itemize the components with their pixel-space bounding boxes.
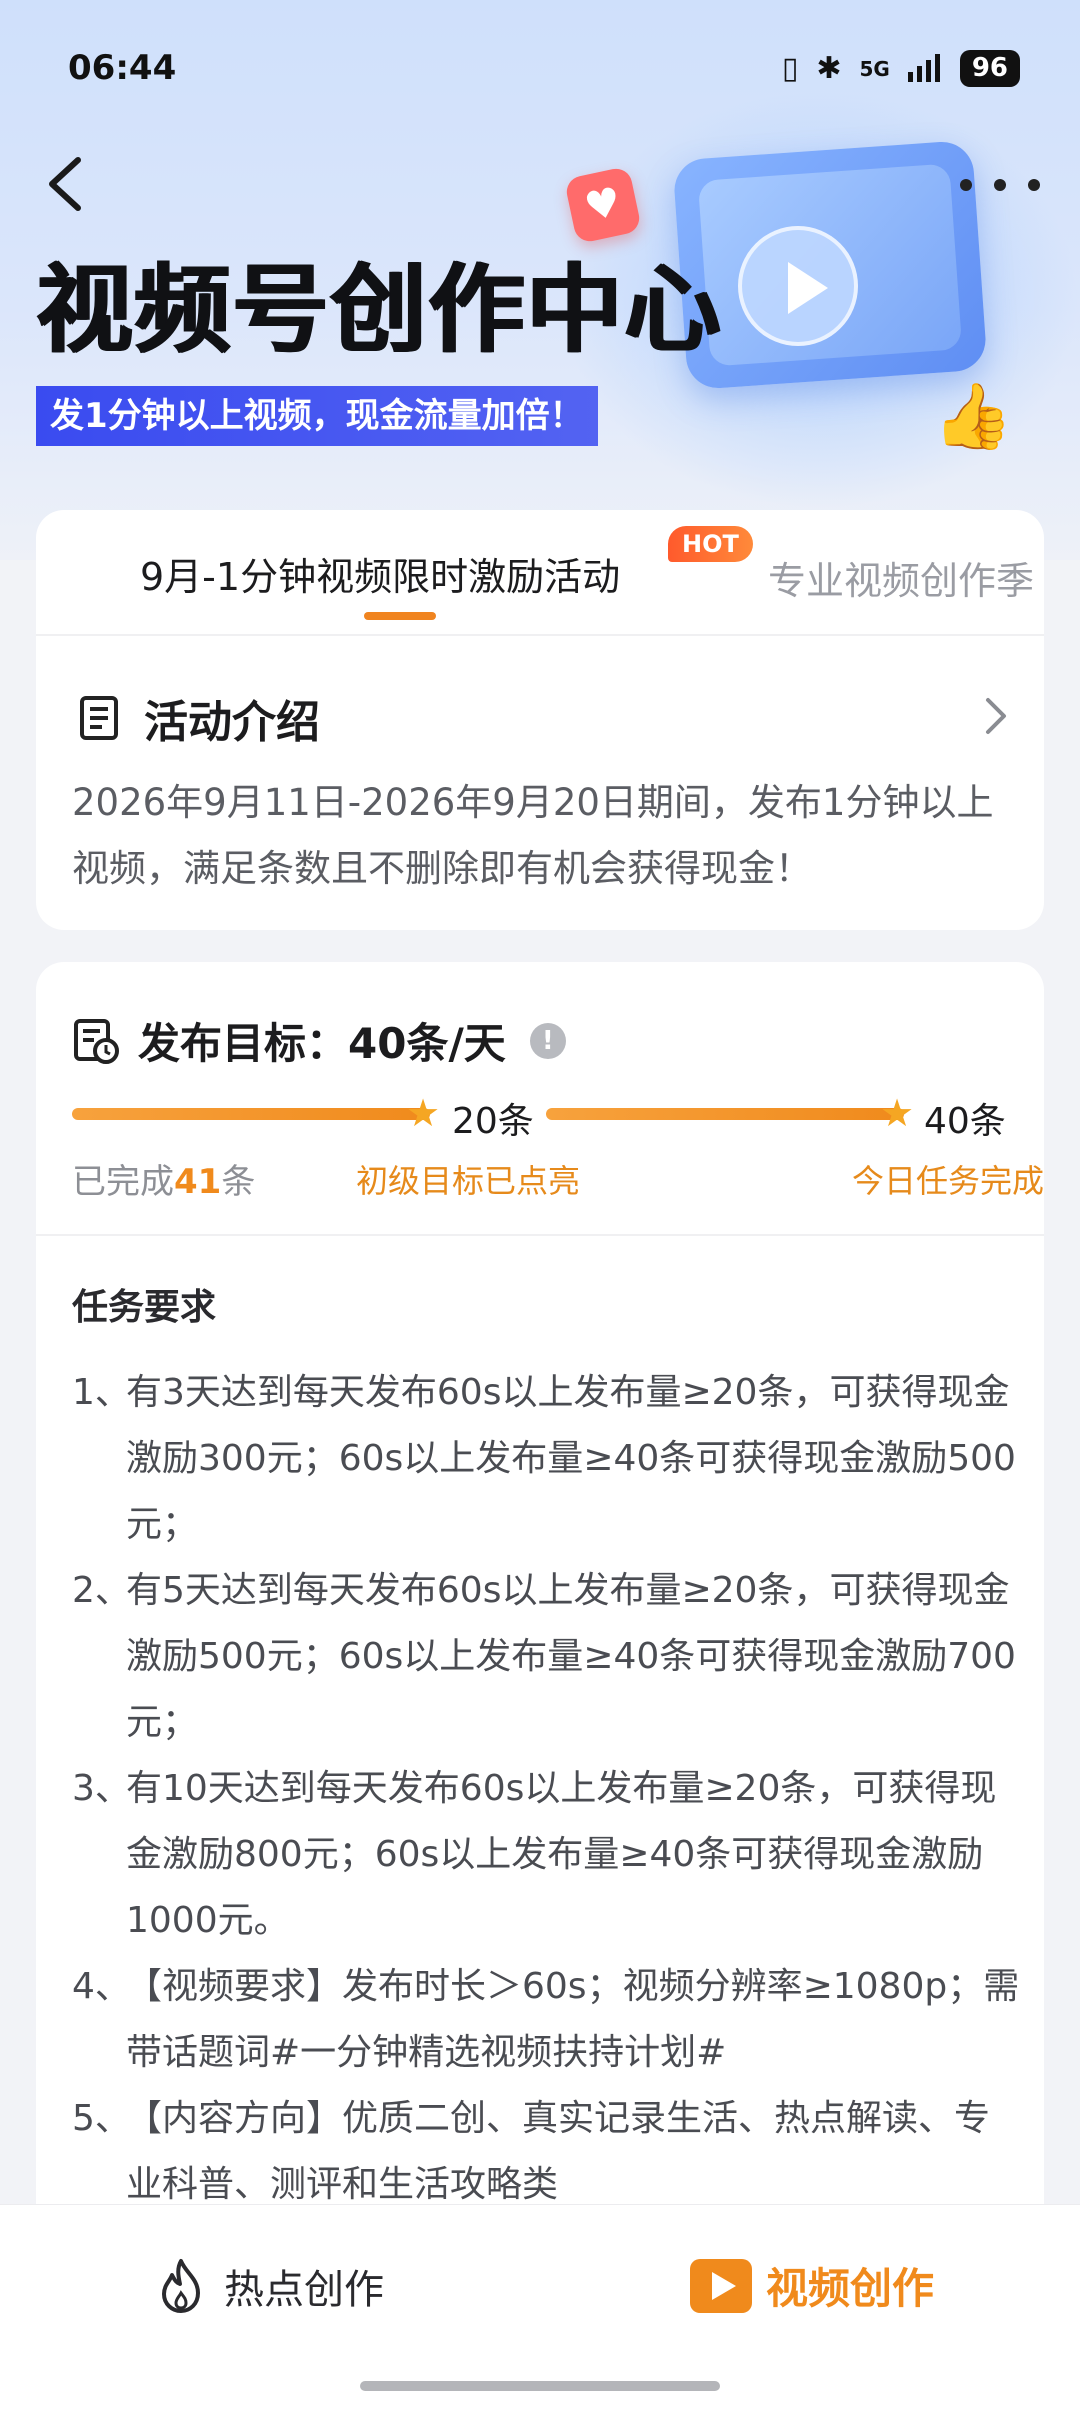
network-label: 5G: [859, 56, 890, 81]
requirement-number: 4、: [72, 1966, 131, 2007]
page-title: 视频号创作中心: [36, 254, 722, 366]
home-indicator[interactable]: [360, 2381, 720, 2391]
battery-level: 96: [959, 50, 1020, 88]
requirement-item: 2、 有5天达到每天发布60s以上发布量≥20条，可获得现金激励500元；60s…: [72, 1558, 1022, 1756]
requirement-number: 2、: [72, 1570, 131, 1611]
flame-icon: [162, 2259, 200, 2313]
requirement-item: 4、 【视频要求】发布时长＞60s；视频分辨率≥1080p；需带话题词#一分钟精…: [72, 1954, 1022, 2086]
goal-card: 发布目标：40条/天 ! ★ 20条 ★ 40条 已完成41条 初级目标已点亮 …: [36, 962, 1044, 2262]
more-icon-dot: [994, 179, 1006, 191]
back-icon: [49, 157, 81, 211]
divider: [36, 1234, 1044, 1236]
activity-tabs: 9月-1分钟视频限时激励活动 HOT 专业视频创作季: [36, 510, 1044, 636]
activity-intro-title: 活动介绍: [144, 697, 320, 748]
hot-badge: HOT: [668, 526, 753, 562]
bottom-action-bar: 热点创作 视频创作: [0, 2204, 1080, 2412]
status-time: 06:44: [68, 48, 177, 88]
status-bar: 06:44 ▯ ✱ 5G 96: [0, 0, 1080, 140]
chevron-right-icon[interactable]: [978, 696, 1014, 736]
video-play-icon: [690, 2258, 752, 2313]
requirement-item: 1、 有3天达到每天发布60s以上发布量≥20条，可获得现金激励300元；60s…: [72, 1360, 1022, 1558]
star-icon: ★: [406, 1091, 441, 1135]
requirement-text: 有10天达到每天发布60s以上发布量≥20条，可获得现金激励800元；60s以上…: [126, 1768, 997, 1941]
bluetooth-icon: ✱: [816, 50, 842, 86]
requirement-text: 有3天达到每天发布60s以上发布量≥20条，可获得现金激励300元；60s以上发…: [126, 1372, 1016, 1545]
info-icon[interactable]: !: [529, 1022, 566, 1059]
star-icon: ★: [880, 1091, 915, 1135]
tier2-status: 今日任务完成: [851, 1162, 1044, 1200]
progress-bar-tier2: [546, 1108, 904, 1120]
requirement-number: 1、: [72, 1372, 131, 1413]
completed-suffix: 条: [221, 1162, 256, 1202]
hot-create-label: 热点创作: [224, 2267, 384, 2313]
vibrate-icon: ▯: [781, 50, 799, 86]
tab-september-activity[interactable]: 9月-1分钟视频限时激励活动: [140, 546, 620, 601]
requirement-text: 【视频要求】发布时长＞60s；视频分辨率≥1080p；需带话题词#一分钟精选视频…: [126, 1966, 1020, 2073]
completed-number: 41: [174, 1162, 222, 1202]
promo-banner: 发1分钟以上视频，现金流量加倍！: [36, 386, 598, 446]
back-button[interactable]: [38, 148, 98, 220]
tab-active-indicator: [364, 612, 436, 620]
requirement-number: 5、: [72, 2098, 131, 2139]
completed-count: 已完成41条: [72, 1154, 255, 1203]
activity-card: 9月-1分钟视频限时激励活动 HOT 专业视频创作季 活动介绍 2026年9月1…: [36, 510, 1044, 930]
document-icon: [80, 696, 118, 740]
more-icon-dot: [1028, 179, 1040, 191]
requirement-text: 有5天达到每天发布60s以上发布量≥20条，可获得现金激励500元；60s以上发…: [126, 1570, 1016, 1743]
requirement-number: 3、: [72, 1768, 131, 1809]
milestone-40: 40条: [924, 1101, 1006, 1142]
activity-intro-text: 2026年9月11日-2026年9月20日期间，发布1分钟以上视频，满足条数且不…: [72, 781, 994, 890]
tab-professional-season[interactable]: 专业视频创作季: [768, 550, 1034, 605]
requirements-list: 1、 有3天达到每天发布60s以上发布量≥20条，可获得现金激励300元；60s…: [72, 1360, 1022, 2218]
calendar-clock-icon: [74, 1018, 119, 1064]
hero-header: ♥ 👍 06:44 ▯ ✱ 5G 96 视频号创作中心 发1分钟以上视频，现金流…: [0, 0, 1080, 560]
progress-bar-tier1: [72, 1108, 430, 1120]
heart-illustration-icon: ♥: [563, 165, 643, 245]
hot-create-button[interactable]: 热点创作: [156, 2257, 384, 2315]
requirement-item: 5、 【内容方向】优质二创、真实记录生活、热点解读、专业科普、测评和生活攻略类: [72, 2086, 1022, 2218]
more-button[interactable]: [960, 160, 1040, 210]
more-icon-dot: [960, 179, 972, 191]
video-create-button[interactable]: 视频创作: [690, 2255, 934, 2316]
status-icons: ▯ ✱ 5G 96: [781, 50, 1020, 88]
requirements-title: 任务要求: [72, 1287, 217, 1328]
video-create-label: 视频创作: [766, 2264, 935, 2313]
requirement-item: 3、 有10天达到每天发布60s以上发布量≥20条，可获得现金激励800元；60…: [72, 1756, 1022, 1954]
milestone-20: 20条: [452, 1101, 534, 1142]
activity-intro-header[interactable]: 活动介绍: [78, 686, 320, 750]
requirement-text: 【内容方向】优质二创、真实记录生活、热点解读、专业科普、测评和生活攻略类: [126, 2098, 991, 2205]
goal-title: 发布目标：40条/天: [138, 1019, 506, 1068]
tier1-status: 初级目标已点亮: [356, 1162, 581, 1200]
thumbs-up-illustration-icon: 👍: [933, 380, 1013, 454]
play-illustration-icon: [738, 226, 858, 346]
goal-header: 发布目标：40条/天 !: [72, 1010, 566, 1071]
signal-icon: [907, 52, 942, 86]
completed-prefix: 已完成: [72, 1162, 174, 1202]
